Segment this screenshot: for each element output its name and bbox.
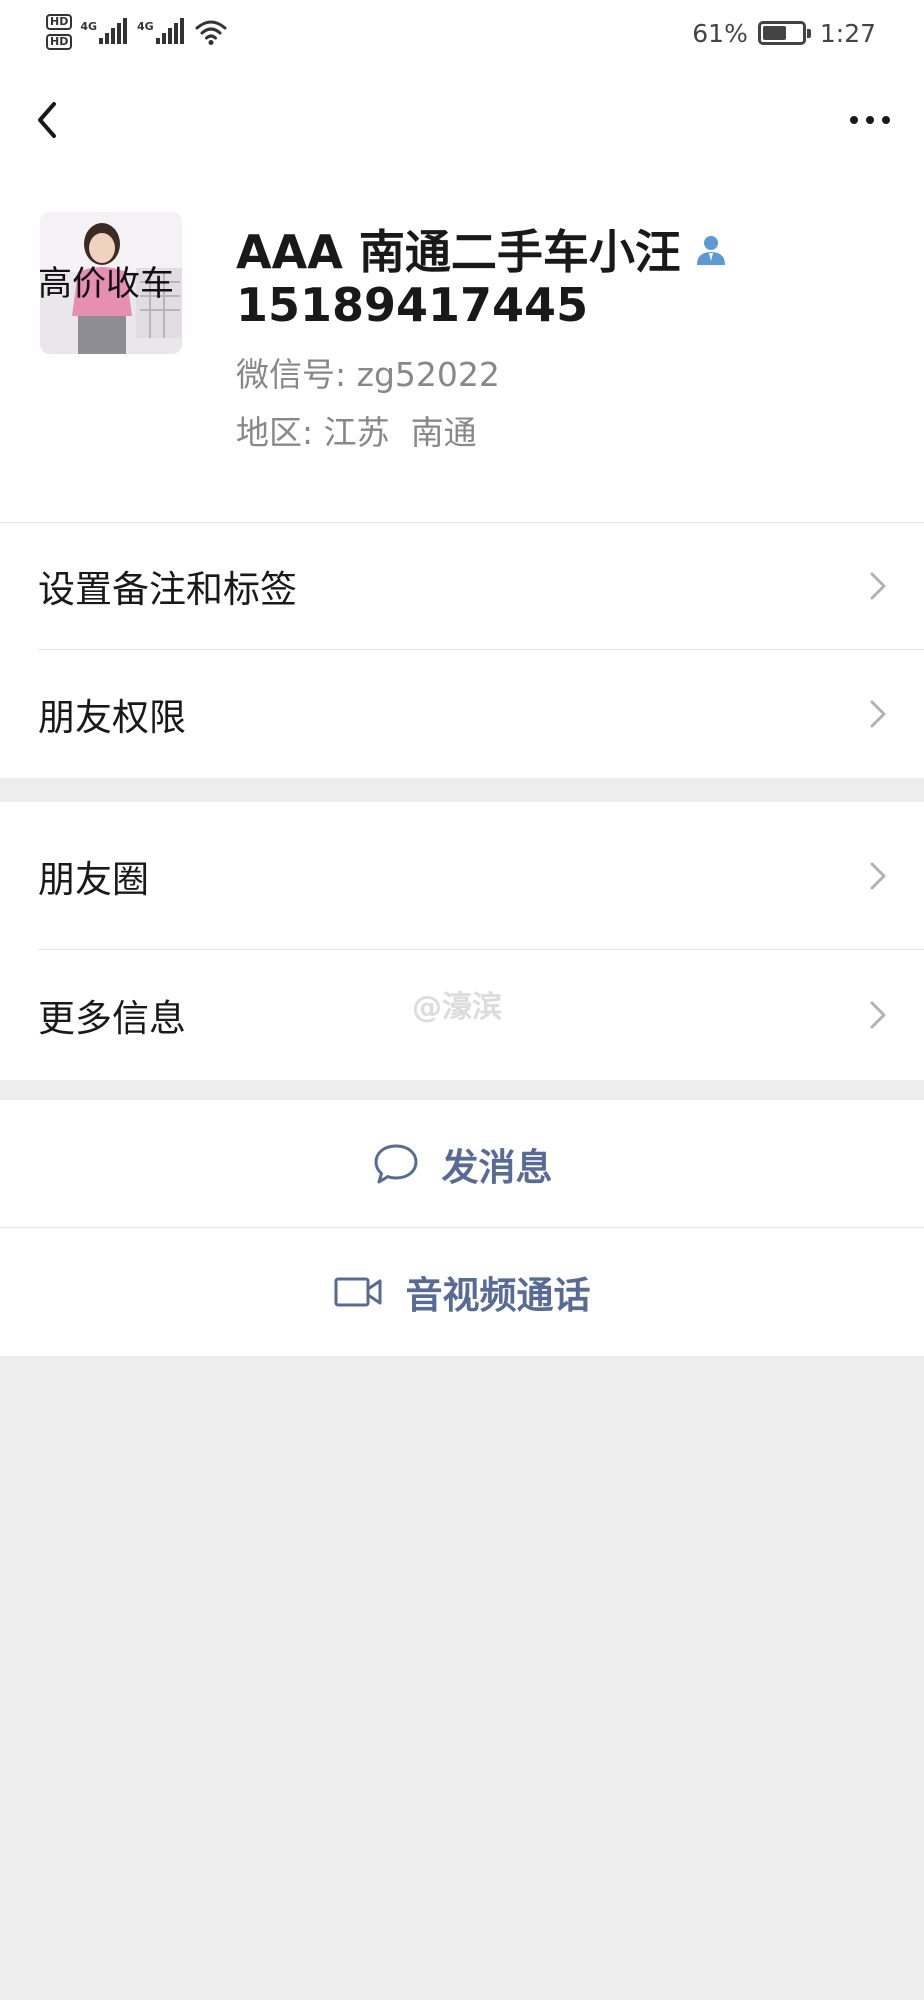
more-dots-icon [850,116,858,124]
menu-item-friend-permissions[interactable]: 朋友权限 [0,650,924,778]
hd-badge-1: HD [46,14,73,30]
region-label: 地区: [236,413,314,452]
menu-group-1: 设置备注和标签 朋友权限 [0,522,924,778]
profile-header: 高价收车 AAA 南通二手车小汪 15189417445 微信号: zg5202… [0,176,924,522]
signal-icon [155,18,184,44]
contact-name-row: AAA 南通二手车小汪 [236,216,729,282]
menu-item-label: 更多信息 [38,997,186,1040]
hd-indicators: HD HD [46,14,73,50]
chevron-right-icon [870,862,886,890]
hd-badge-2: HD [46,34,73,50]
video-camera-icon [334,1277,381,1307]
chevron-right-icon [870,572,886,600]
chevron-right-icon [870,700,886,728]
battery-fill [762,26,787,40]
video-call-button[interactable]: 音视频通话 [0,1228,924,1356]
status-bar-right: 61% 1:27 [692,14,876,52]
wechat-id-value: zg52022 [356,355,500,394]
chat-bubble-icon [374,1144,417,1184]
nav-bar [0,66,924,176]
menu-item-moments[interactable]: 朋友圈 [0,802,924,950]
chevron-left-icon [38,102,56,138]
region-row: 地区: 江苏 南通 [236,406,477,454]
sim1-signal: 4G [80,18,128,44]
menu-item-label: 设置备注和标签 [38,568,297,611]
wechat-id-label: 微信号: [236,355,347,394]
menu-item-label: 朋友权限 [38,696,186,739]
watermark: @濠滨 [412,990,502,1025]
chevron-right-icon [870,1001,886,1029]
wifi-icon [195,20,227,45]
more-button[interactable] [838,90,902,150]
battery-percent: 61% [692,18,748,48]
contact-phone: 15189417445 [236,278,589,332]
menu-group-2: 朋友圈 更多信息 [0,802,924,1080]
signal-icon [99,18,128,44]
contact-name: AAA 南通二手车小汪 [236,225,681,279]
person-icon [696,236,725,265]
sim2-signal: 4G [137,18,184,44]
back-button[interactable] [20,90,80,150]
send-message-button[interactable]: 发消息 [0,1100,924,1228]
status-bar: HD HD 4G 4G 61% 1:27 [0,0,924,66]
region-value: 江苏 南通 [323,413,477,452]
clock: 1:27 [819,18,876,48]
avatar-caption: 高价收车 [38,264,174,304]
menu-item-remark-tags[interactable]: 设置备注和标签 [0,522,924,650]
status-bar-left: HD HD 4G 4G [46,12,228,52]
sim1-network-label: 4G [80,20,98,33]
video-call-label: 音视频通话 [405,1274,591,1317]
battery-icon [757,21,811,45]
menu-item-label: 朋友圈 [38,858,149,901]
sim2-network-label: 4G [137,20,154,33]
wechat-id-row: 微信号: zg52022 [236,348,500,396]
send-message-label: 发消息 [441,1146,553,1189]
